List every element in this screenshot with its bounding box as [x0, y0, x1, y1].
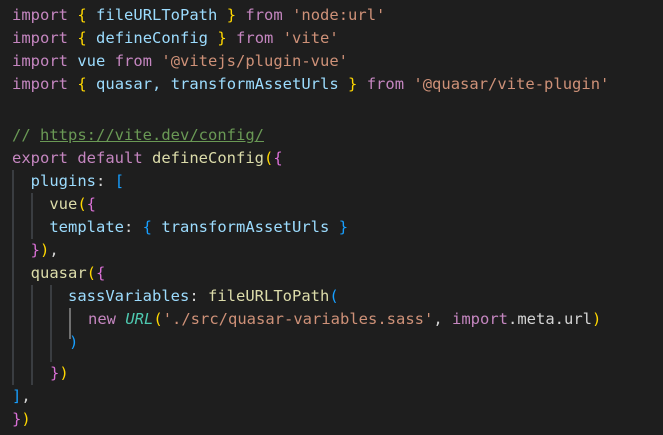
- identifier: quasar,: [96, 75, 162, 93]
- brace-open: {: [86, 195, 97, 213]
- function-name: fileURLToPath: [208, 287, 330, 305]
- comment-link[interactable]: https://vite.dev/config/: [40, 126, 264, 144]
- keyword-default: default: [77, 149, 143, 167]
- keyword-import: import: [12, 6, 68, 24]
- function-name: quasar: [30, 264, 87, 282]
- keyword-export: export: [12, 149, 68, 167]
- brace-open: {: [77, 6, 87, 24]
- brace-open: {: [96, 264, 106, 282]
- keyword-from: from: [366, 75, 405, 93]
- code-line-14[interactable]: new URL('./src/quasar-variables.sass', i…: [88, 308, 601, 331]
- code-line-18[interactable]: }): [12, 408, 31, 431]
- bracket-close: ]: [12, 387, 22, 405]
- paren-open: (: [86, 264, 97, 282]
- identifier: vue: [77, 52, 106, 70]
- code-line-15[interactable]: ): [69, 331, 78, 354]
- colon: :: [96, 172, 106, 190]
- code-line-3[interactable]: import vue from '@vitejs/plugin-vue': [12, 50, 348, 73]
- property-key: template: [49, 218, 124, 236]
- string-literal: './src/quasar-variables.sass': [162, 310, 434, 328]
- keyword-import: import: [12, 52, 68, 70]
- colon: :: [123, 218, 134, 236]
- identifier: defineConfig: [96, 29, 209, 47]
- keyword-import: import: [12, 75, 68, 93]
- keyword-import: import: [12, 29, 68, 47]
- code-line-7[interactable]: export default defineConfig({: [12, 147, 283, 170]
- code-line-13[interactable]: sassVariables: fileURLToPath(: [12, 285, 339, 308]
- brace-open: {: [142, 218, 153, 236]
- paren-open: (: [329, 287, 339, 305]
- string-literal: 'node:url': [292, 6, 386, 24]
- identifier: fileURLToPath: [96, 6, 218, 24]
- brace-open: {: [77, 75, 87, 93]
- paren-close: ): [40, 241, 50, 259]
- property-key: plugins: [30, 172, 96, 190]
- function-name: vue: [49, 195, 78, 213]
- code-line-9[interactable]: vue({: [12, 193, 96, 216]
- brace-close: }: [12, 410, 22, 428]
- code-line-1[interactable]: import { fileURLToPath } from 'node:url': [12, 4, 385, 27]
- keyword-from: from: [236, 29, 274, 47]
- brace-open: {: [77, 29, 87, 47]
- comma: ,: [49, 241, 59, 259]
- bracket-open: [: [114, 172, 125, 190]
- meta-url: .meta.url: [508, 310, 592, 328]
- keyword-from: from: [114, 52, 153, 70]
- comma: ,: [433, 310, 443, 328]
- code-line-2[interactable]: import { defineConfig } from 'vite': [12, 27, 339, 50]
- code-line-10[interactable]: template: { transformAssetUrls }: [12, 216, 348, 239]
- function-name: defineConfig: [152, 149, 264, 167]
- keyword-import: import: [452, 310, 508, 328]
- class-name: URL: [125, 310, 154, 328]
- brace-close: }: [50, 364, 60, 382]
- comment-slashes: //: [12, 126, 31, 144]
- brace-close: }: [348, 75, 358, 93]
- paren-close: ): [592, 310, 602, 328]
- brace-close: }: [30, 241, 41, 259]
- keyword-from: from: [245, 6, 283, 24]
- keyword-new: new: [88, 310, 116, 328]
- identifier: transformAssetUrls: [161, 218, 330, 236]
- code-line-6[interactable]: // https://vite.dev/config/: [12, 124, 264, 147]
- paren-close: ): [21, 410, 31, 428]
- string-literal: 'vite': [282, 29, 339, 47]
- string-literal: '@quasar/vite-plugin': [413, 75, 610, 93]
- code-editor[interactable]: import { fileURLToPath } from 'node:url'…: [0, 0, 663, 435]
- comma: ,: [21, 387, 31, 405]
- paren-close: ): [59, 364, 69, 382]
- code-line-8[interactable]: plugins: [: [12, 170, 124, 193]
- code-line-12[interactable]: quasar({: [12, 262, 106, 285]
- code-line-11[interactable]: }),: [12, 239, 59, 262]
- paren-open: (: [77, 195, 87, 213]
- paren-open: (: [153, 310, 163, 328]
- brace-close: }: [338, 218, 349, 236]
- property-key: sassVariables: [68, 287, 190, 305]
- code-line-4[interactable]: import { quasar, transformAssetUrls } fr…: [12, 73, 609, 96]
- brace-close: }: [226, 6, 237, 24]
- code-line-16[interactable]: }): [50, 362, 69, 385]
- colon: :: [189, 287, 199, 305]
- code-line-17[interactable]: ],: [12, 385, 31, 408]
- identifier: transformAssetUrls: [170, 75, 339, 93]
- string-literal: '@vitejs/plugin-vue': [161, 52, 348, 70]
- brace-open: {: [273, 149, 283, 167]
- paren-close: ): [69, 333, 79, 351]
- brace-close: }: [217, 29, 227, 47]
- paren-open: (: [264, 149, 274, 167]
